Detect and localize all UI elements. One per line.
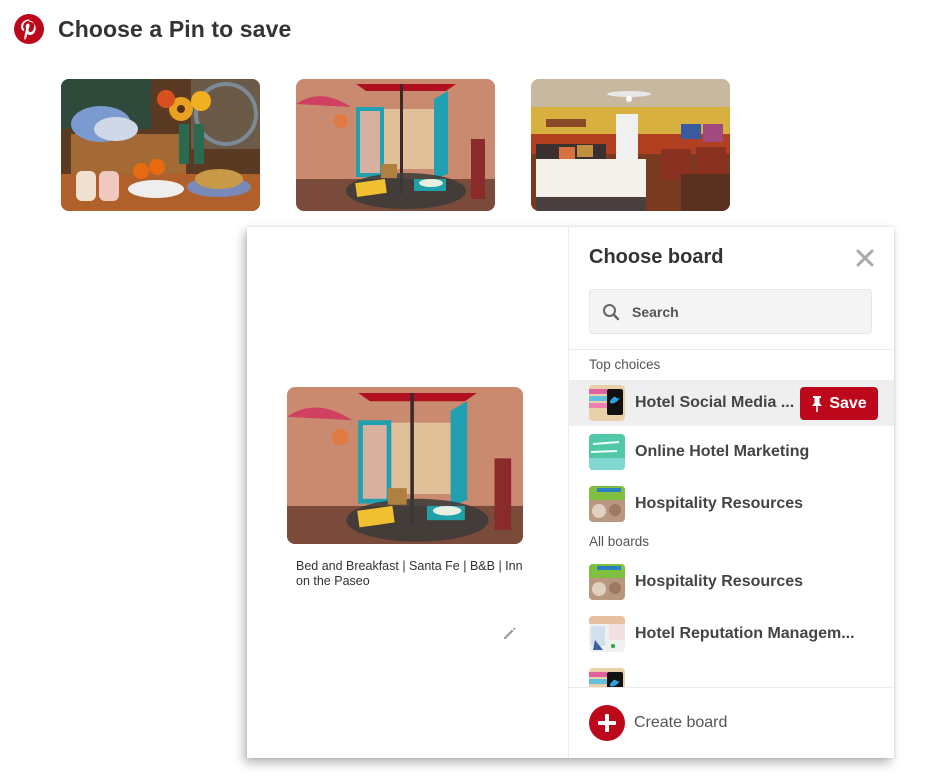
save-button-label: Save <box>829 394 867 412</box>
pin-thumbnail-picnic[interactable] <box>61 79 260 211</box>
board-thumbnail <box>589 616 625 652</box>
board-row-partial[interactable] <box>569 660 894 687</box>
close-icon[interactable] <box>854 247 876 269</box>
board-row-hotel-social-media[interactable]: Hotel Social Media ... Save <box>569 380 894 426</box>
board-name: Hospitality Resources <box>635 573 804 590</box>
pin-description: Bed and Breakfast | Santa Fe | B&B | Inn… <box>296 559 523 588</box>
board-picker-title: Choose board <box>589 246 724 268</box>
board-search-field[interactable] <box>589 289 872 334</box>
page-title: Choose a Pin to save <box>58 15 292 42</box>
page-header: Choose a Pin to save <box>14 14 291 44</box>
pencil-icon[interactable] <box>501 624 519 642</box>
board-thumbnail <box>589 434 625 470</box>
pin-thumbnail-patio[interactable] <box>296 79 495 211</box>
save-pin-dialog: Bed and Breakfast | Santa Fe | B&B | Inn… <box>247 227 894 758</box>
board-row-hospitality-resources[interactable]: Hospitality Resources <box>569 556 894 608</box>
pin-thumbnail-bedroom[interactable] <box>531 79 730 211</box>
pushpin-icon <box>812 395 823 412</box>
board-row-online-hotel-marketing[interactable]: Online Hotel Marketing <box>569 426 894 478</box>
section-label-top-choices: Top choices <box>589 357 661 372</box>
board-thumbnail <box>589 385 625 421</box>
board-name: Hotel Social Media ... <box>635 394 795 411</box>
board-thumbnail <box>589 486 625 522</box>
board-thumbnail <box>589 668 625 687</box>
pinterest-logo-icon <box>14 14 44 44</box>
create-board-button[interactable]: Create board <box>569 687 894 758</box>
board-row-hospitality-resources[interactable]: Hospitality Resources <box>569 478 894 530</box>
create-board-label: Create board <box>634 714 728 731</box>
section-label-all-boards: All boards <box>589 534 650 549</box>
save-button[interactable]: Save <box>800 387 878 420</box>
board-row-hotel-reputation-management[interactable]: Hotel Reputation Managem... <box>569 608 894 660</box>
board-thumbnail <box>589 564 625 600</box>
search-icon <box>603 303 620 320</box>
board-search-input[interactable] <box>632 303 852 320</box>
board-name: Online Hotel Marketing <box>635 443 810 460</box>
pin-preview-image <box>287 387 523 544</box>
board-name: Hospitality Resources <box>635 495 804 512</box>
pin-preview-panel: Bed and Breakfast | Santa Fe | B&B | Inn… <box>247 227 569 758</box>
board-name: Hotel Reputation Managem... <box>635 625 855 642</box>
patio-image-small <box>296 79 495 211</box>
board-picker-panel: Choose board Top choices <box>569 227 894 758</box>
plus-icon <box>589 705 625 741</box>
board-list[interactable]: Top choices Hotel Social Media ... Save … <box>569 349 894 687</box>
